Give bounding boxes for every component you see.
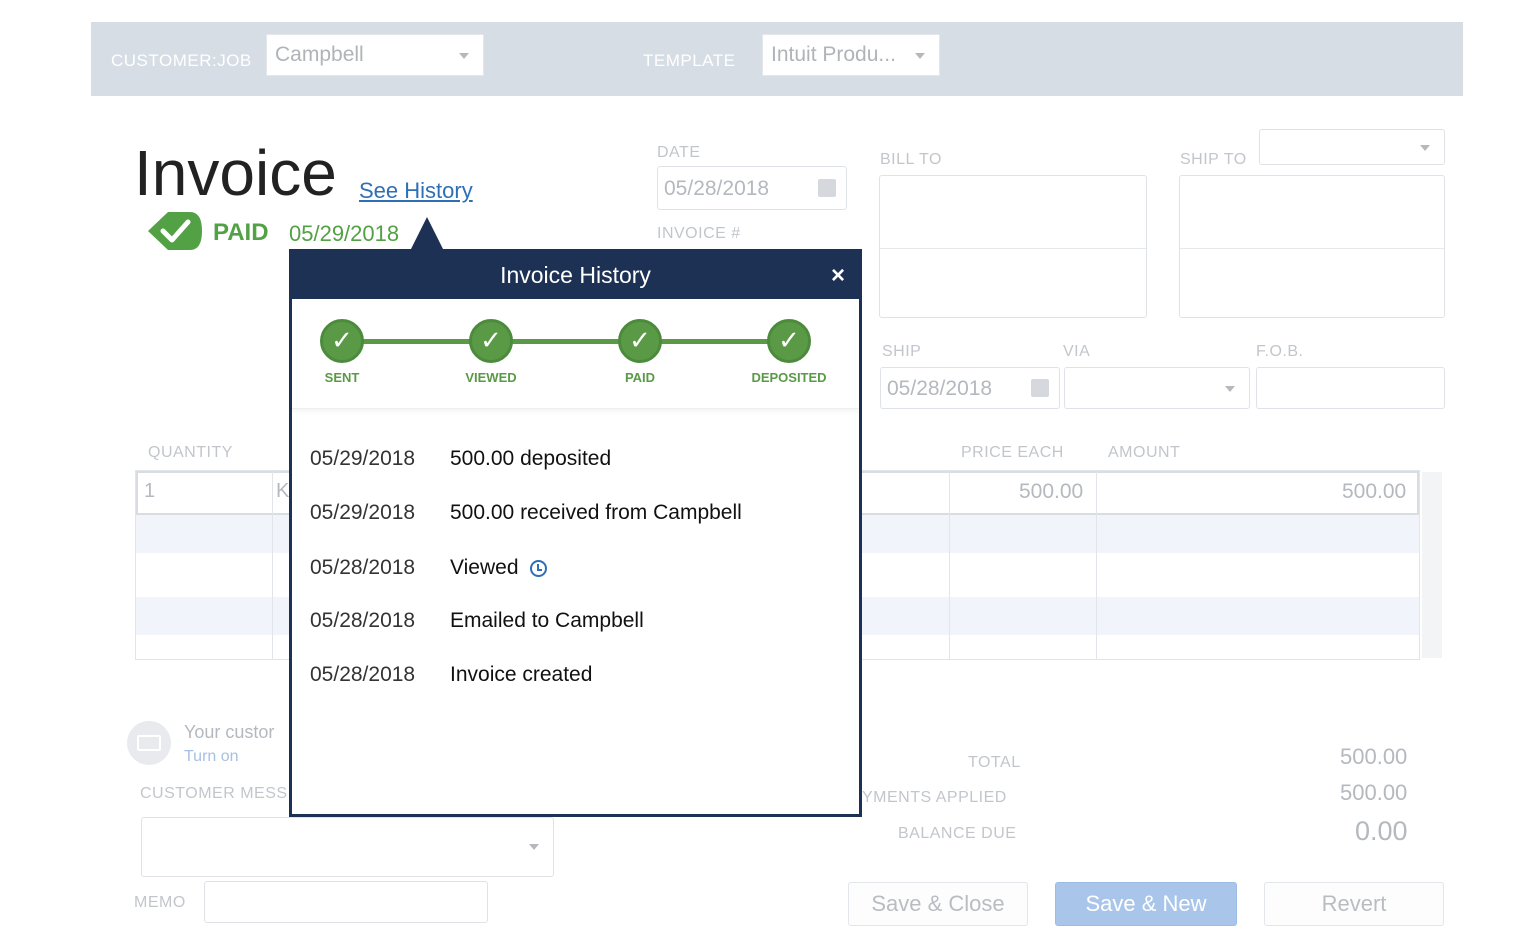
divider xyxy=(1180,248,1444,249)
chevron-down-icon xyxy=(915,53,925,59)
history-event: Invoice created xyxy=(450,663,593,686)
price-each-header: PRICE EACH xyxy=(961,444,1064,461)
line-quantity[interactable]: 1 xyxy=(144,480,155,503)
line-item[interactable]: K xyxy=(276,480,289,503)
checkmark-glyph: ✓ xyxy=(629,325,651,355)
divider xyxy=(1096,471,1097,659)
history-event: 500.00 received from Campbell xyxy=(450,501,742,524)
chevron-down-icon xyxy=(529,844,539,850)
history-date: 05/29/2018 xyxy=(310,501,416,524)
viewed-step-check-icon: ✓ xyxy=(469,319,513,363)
fob-label: F.O.B. xyxy=(1256,343,1304,360)
revert-button[interactable]: Revert xyxy=(1264,882,1444,926)
bill-to-label: BILL TO xyxy=(880,151,942,168)
calendar-icon[interactable] xyxy=(818,179,836,197)
step-label-viewed: VIEWED xyxy=(465,370,517,385)
save-new-button[interactable]: Save & New xyxy=(1055,882,1237,926)
chevron-down-icon xyxy=(459,53,469,59)
ship-date-field[interactable]: 05/28/2018 xyxy=(880,367,1060,409)
table-scrollbar[interactable] xyxy=(1422,472,1442,658)
history-event: 500.00 deposited xyxy=(450,447,612,470)
fob-field[interactable] xyxy=(1256,367,1445,409)
payments-applied-label: YMENTS APPLIED xyxy=(862,789,1007,806)
checkmark-glyph: ✓ xyxy=(778,325,800,355)
divider xyxy=(272,471,273,659)
customer-message-label: CUSTOMER MESS xyxy=(140,785,288,802)
history-date: 05/28/2018 xyxy=(310,609,416,632)
see-history-link[interactable]: See History xyxy=(359,178,473,204)
turn-on-link[interactable]: Turn on xyxy=(184,748,239,766)
quantity-header: QUANTITY xyxy=(148,444,233,461)
template-value: Intuit Produ... xyxy=(771,43,896,66)
top-toolbar: CUSTOMER:JOB Campbell TEMPLATE Intuit Pr… xyxy=(91,22,1463,96)
memo-field[interactable] xyxy=(204,881,488,923)
customer-job-label: CUSTOMER:JOB xyxy=(111,51,252,70)
checkmark-glyph: ✓ xyxy=(331,325,353,355)
total-value: 500.00 xyxy=(1340,744,1408,769)
ship-to-select[interactable] xyxy=(1259,129,1445,165)
step-label-paid: PAID xyxy=(624,370,656,385)
history-date: 05/28/2018 xyxy=(310,663,416,686)
via-select[interactable] xyxy=(1064,367,1250,409)
divider xyxy=(949,471,950,659)
paid-step-check-icon: ✓ xyxy=(618,319,662,363)
customer-message-select[interactable] xyxy=(141,817,554,877)
popup-title: Invoice History xyxy=(500,262,651,288)
template-label: TEMPLATE xyxy=(643,51,736,70)
memo-label: MEMO xyxy=(134,894,186,911)
step-label-deposited: DEPOSITED xyxy=(751,370,827,385)
ship-label: SHIP xyxy=(882,343,922,360)
total-label: TOTAL xyxy=(968,754,1021,771)
line-price-each[interactable]: 500.00 xyxy=(1019,480,1083,504)
deposited-step-check-icon: ✓ xyxy=(767,319,811,363)
checkmark-glyph: ✓ xyxy=(480,325,502,355)
amount-header: AMOUNT xyxy=(1108,444,1181,461)
step-label-sent: SENT xyxy=(324,370,360,385)
line-amount[interactable]: 500.00 xyxy=(1342,480,1406,504)
popup-pointer xyxy=(411,217,443,249)
date-field[interactable]: 05/28/2018 xyxy=(657,166,847,210)
history-date: 05/29/2018 xyxy=(310,447,416,470)
date-value: 05/28/2018 xyxy=(664,177,770,200)
ship-to-field[interactable] xyxy=(1179,175,1445,318)
progress-line xyxy=(344,339,790,344)
sent-step-check-icon: ✓ xyxy=(320,319,364,363)
page-title: Invoice xyxy=(134,137,337,209)
card-shape xyxy=(137,735,161,751)
close-icon[interactable]: × xyxy=(831,252,845,299)
balance-due-label: BALANCE DUE xyxy=(898,825,1017,842)
customer-job-select[interactable]: Campbell xyxy=(266,34,484,76)
history-date: 05/28/2018 xyxy=(310,556,416,579)
balance-due-value: 0.00 xyxy=(1355,816,1408,846)
ship-date-value: 05/28/2018 xyxy=(887,377,993,400)
save-close-button[interactable]: Save & Close xyxy=(848,882,1028,926)
clock-hand xyxy=(537,569,542,571)
clock-icon[interactable] xyxy=(530,560,547,577)
bill-to-field[interactable] xyxy=(879,175,1147,318)
calendar-icon[interactable] xyxy=(1031,379,1049,397)
status-badge: PAID xyxy=(213,219,269,246)
invoice-number-label: INVOICE # xyxy=(657,225,741,242)
ship-to-label: SHIP TO xyxy=(1180,151,1247,168)
progress-tracker: ✓ ✓ ✓ ✓ SENT VIEWED PAID DEPOSITED xyxy=(292,299,859,409)
invoice-history-popup: Invoice History × ✓ ✓ ✓ ✓ SENT VIEWED PA… xyxy=(289,249,862,817)
via-label: VIA xyxy=(1063,343,1091,360)
status-date: 05/29/2018 xyxy=(289,221,400,246)
chevron-down-icon xyxy=(1225,386,1235,392)
credit-card-icon xyxy=(127,721,171,765)
divider xyxy=(880,248,1146,249)
chevron-down-icon xyxy=(1420,145,1430,151)
paid-badge-icon xyxy=(146,208,204,259)
popup-header: Invoice History × xyxy=(292,252,859,299)
history-event: Emailed to Campbell xyxy=(450,609,644,632)
customer-job-value: Campbell xyxy=(275,43,364,66)
history-event: Viewed xyxy=(450,556,519,579)
template-select[interactable]: Intuit Produ... xyxy=(762,34,940,76)
date-label: DATE xyxy=(657,144,701,161)
payment-note: Your custor xyxy=(184,722,275,742)
payments-applied-value: 500.00 xyxy=(1340,780,1408,805)
